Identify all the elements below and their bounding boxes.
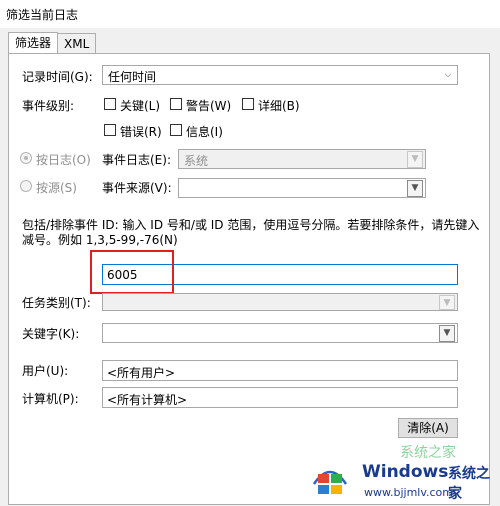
watermark-brand-cn: 系统之家 [448,466,490,502]
title-bar: 筛选当前日志 [0,0,500,28]
radio-by-source-label: 按源(S) [36,181,77,195]
event-log-combo[interactable]: 系统 ▼ [178,149,426,169]
logged-value: 任何时间 [108,70,157,84]
event-level-label: 事件级别: [22,99,75,113]
tab-xml[interactable]: XML [57,33,97,55]
event-log-label: 事件日志(E): [102,153,171,167]
checkbox-warning-label: 警告(W) [186,99,232,113]
logged-label: 记录时间(G): [22,70,93,84]
computer-input[interactable]: <所有计算机> [102,387,458,408]
window-title: 筛选当前日志 [6,8,79,22]
logged-combo[interactable]: 任何时间 ⌵ [102,65,458,85]
user-label: 用户(U): [22,364,69,378]
radio-by-source[interactable] [20,180,32,192]
tab-filter[interactable]: 筛选器 [8,32,59,55]
radio-by-log-label: 按日志(O) [36,153,91,167]
checkbox-warning[interactable] [170,98,182,110]
event-id-help: 包括/排除事件 ID: 输入 ID 号和/或 ID 范围，使用逗号分隔。若要排除… [22,218,480,247]
dropdown-arrow-icon: ▼ [407,180,423,197]
checkbox-critical[interactable] [104,98,116,110]
task-category-combo[interactable]: ▼ [102,293,458,311]
highlight-box [90,250,174,294]
clear-button[interactable]: 清除(A) [398,418,458,438]
keywords-combo[interactable]: ▼ [102,323,458,343]
checkbox-information-label: 信息(I) [186,125,223,139]
computer-label: 计算机(P): [22,392,79,406]
checkbox-error-label: 错误(R) [120,125,162,139]
dropdown-arrow-icon: ▼ [439,325,455,342]
watermark: 系统之家 Windows 系统之家 www.bjjmlv.com [300,445,500,506]
event-source-combo[interactable]: ▼ [178,178,426,198]
dropdown-arrow-icon: ▼ [439,295,455,310]
dropdown-arrow-icon: ▼ [407,151,423,168]
watermark-url: www.bjjmlv.com [364,486,453,499]
checkbox-critical-label: 关键(L) [120,99,161,113]
keywords-label: 关键字(K): [22,327,80,341]
checkbox-information[interactable] [170,124,182,136]
chevron-down-icon: ⌵ [444,70,452,80]
checkbox-verbose-label: 详细(B) [258,99,300,113]
user-input[interactable]: <所有用户> [102,360,458,381]
checkbox-verbose[interactable] [242,98,254,110]
windows-logo-icon [312,470,348,494]
watermark-top-text: 系统之家 [400,445,456,461]
event-log-value: 系统 [184,154,209,168]
task-category-label: 任务类别(T): [22,296,91,310]
checkbox-error[interactable] [104,124,116,136]
radio-by-log[interactable] [20,152,32,164]
watermark-brand: Windows [362,462,449,482]
event-source-label: 事件来源(V): [102,181,172,195]
